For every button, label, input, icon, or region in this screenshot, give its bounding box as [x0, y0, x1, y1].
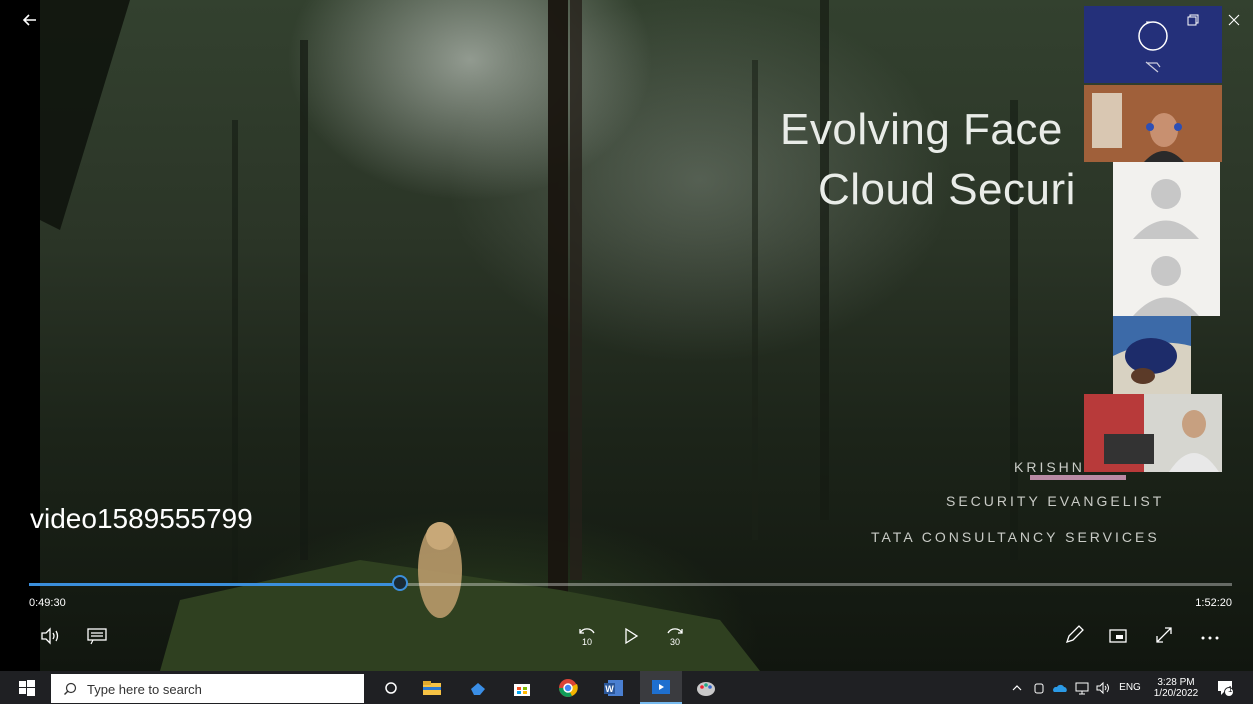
play-button[interactable]	[620, 624, 642, 648]
show-hidden-icons-button[interactable]	[1008, 671, 1026, 704]
pen-icon	[1065, 625, 1084, 644]
store-icon	[514, 683, 530, 696]
volume-button[interactable]	[38, 624, 64, 648]
svg-text:10: 10	[582, 637, 592, 647]
close-icon	[1228, 14, 1240, 26]
forward-30-button[interactable]: 30	[662, 622, 688, 648]
taskbar-chrome[interactable]	[552, 671, 584, 704]
rewind-10-button[interactable]: 10	[574, 622, 600, 648]
chevron-up-icon	[1012, 684, 1022, 690]
captions-icon	[87, 628, 107, 645]
taskbar-search[interactable]: Type here to search	[51, 674, 364, 703]
rewind-10-icon: 10	[579, 628, 595, 647]
taskbar-store[interactable]	[506, 671, 538, 704]
close-button[interactable]	[1219, 8, 1249, 32]
slide-title-line1: Evolving Face	[780, 105, 1063, 154]
word-icon: W	[604, 679, 623, 696]
play-icon	[625, 627, 639, 645]
volume-icon	[41, 627, 59, 645]
participant-tile[interactable]	[1113, 162, 1220, 239]
fullscreen-icon	[1156, 627, 1172, 643]
tray-network-icon[interactable]	[1072, 671, 1092, 704]
default-avatar-icon	[1133, 179, 1199, 239]
search-icon	[64, 682, 77, 695]
speaker-name: KRISHN	[1014, 459, 1085, 475]
participants-panel	[1084, 6, 1222, 472]
participant-tile[interactable]	[1084, 394, 1222, 472]
tray-volume-icon[interactable]	[1093, 671, 1113, 704]
tray-meet-icon[interactable]	[1030, 671, 1048, 704]
action-center-button[interactable]: 1	[1210, 671, 1240, 704]
minimize-icon	[1146, 21, 1156, 23]
seek-bar-progress	[29, 583, 401, 586]
meet-now-icon	[1034, 683, 1044, 693]
current-time: 0:49:30	[29, 597, 66, 609]
back-arrow-icon	[22, 14, 36, 26]
search-placeholder: Type here to search	[87, 682, 202, 697]
total-time: 1:52:20	[1195, 597, 1232, 609]
taskbar-paint[interactable]	[690, 671, 722, 704]
seek-bar[interactable]	[29, 575, 1232, 591]
participant-tile[interactable]	[1084, 85, 1222, 162]
taskbar-file-explorer[interactable]	[416, 671, 448, 704]
more-button[interactable]	[1196, 624, 1224, 648]
notification-count: 1	[1228, 685, 1233, 694]
minimize-button[interactable]	[1136, 8, 1166, 32]
back-button[interactable]	[20, 10, 40, 30]
participant-video	[1084, 85, 1222, 162]
participant-video	[1084, 394, 1222, 472]
taskbar-word[interactable]: W	[598, 671, 630, 704]
cortana-button[interactable]	[373, 671, 409, 704]
forward-30-icon: 30	[667, 628, 683, 647]
clock-time: 3:28 PM	[1157, 676, 1195, 688]
participant-tile[interactable]	[1113, 316, 1191, 394]
svg-text:W: W	[605, 684, 614, 694]
speaker-underline	[1030, 475, 1126, 480]
slide-title-line2: Cloud Securi	[818, 165, 1076, 214]
speaker-company: TATA CONSULTANCY SERVICES	[871, 529, 1160, 545]
mini-view-icon	[1109, 629, 1127, 643]
clock-date: 1/20/2022	[1153, 687, 1199, 699]
paint-icon	[697, 681, 715, 696]
tray-onedrive-icon[interactable]	[1050, 671, 1070, 704]
forest-background	[0, 0, 1018, 671]
captions-button[interactable]	[84, 624, 110, 648]
movies-tv-icon	[652, 679, 670, 694]
participant-tile[interactable]	[1113, 239, 1220, 316]
restore-icon	[1187, 14, 1199, 26]
video-name: video1589555799	[30, 503, 253, 534]
clock[interactable]: 3:28 PM 1/20/2022	[1148, 671, 1204, 704]
restore-button[interactable]	[1178, 8, 1208, 32]
speaker-icon	[1096, 681, 1109, 694]
network-icon	[1075, 682, 1089, 694]
mini-view-button[interactable]	[1106, 624, 1130, 648]
fullscreen-button[interactable]	[1152, 623, 1176, 647]
language-indicator[interactable]: ENG	[1116, 671, 1144, 704]
speaker-role: SECURITY EVANGELIST	[946, 493, 1165, 509]
default-avatar-icon	[1133, 256, 1199, 316]
participant-video	[1113, 316, 1191, 394]
taskbar-movies-tv[interactable]	[640, 671, 682, 704]
windows-icon	[19, 679, 35, 696]
start-button[interactable]	[5, 671, 49, 704]
svg-text:30: 30	[670, 637, 680, 647]
onedrive-icon	[1053, 684, 1067, 692]
download-app-icon	[471, 682, 485, 695]
pen-button[interactable]	[1062, 623, 1086, 647]
video-stage[interactable]: Evolving Face Cloud Securi KRISHN SECURI…	[0, 0, 1253, 671]
cortana-icon	[385, 681, 397, 694]
more-icon	[1201, 636, 1219, 640]
file-explorer-icon	[423, 680, 441, 695]
chrome-icon	[559, 678, 578, 697]
taskbar-app[interactable]	[462, 671, 494, 704]
